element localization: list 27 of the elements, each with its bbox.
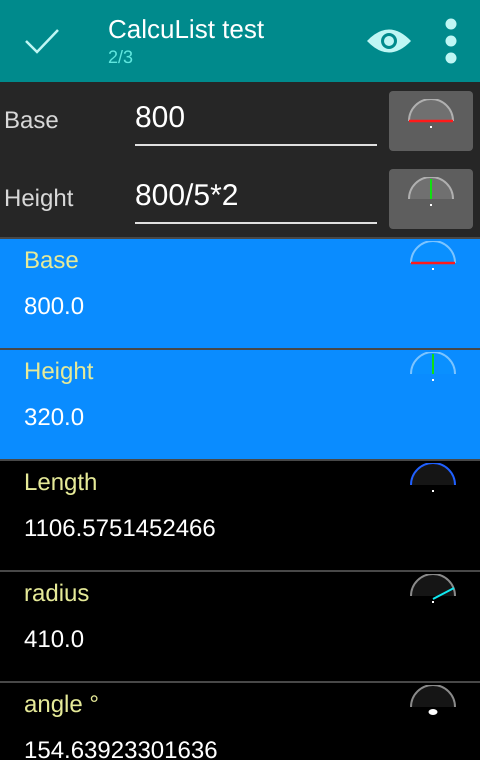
gauge-icon (406, 176, 456, 208)
gauge-icon (408, 241, 458, 273)
gauge-icon (406, 98, 456, 130)
input-field[interactable]: 800 (135, 95, 377, 146)
field-label: Base (3, 106, 60, 136)
result-name: radius (24, 580, 90, 608)
input-field[interactable]: 800/5*2 (135, 173, 377, 224)
gauge-icon (408, 574, 458, 606)
result-name: Length (24, 469, 98, 497)
page-counter: 2/3 (108, 46, 134, 69)
result-value: 1106.5751452466 (24, 515, 217, 543)
result-name: Base (24, 247, 80, 275)
result-value: 410.0 (24, 626, 86, 654)
menu-icon[interactable] (444, 18, 458, 64)
field-label: Height (3, 184, 74, 214)
gauge-button[interactable] (389, 168, 473, 228)
gauge-icon (408, 352, 458, 384)
result-name: Height (24, 358, 94, 386)
gauge-icon (408, 685, 458, 717)
result-value: 320.0 (24, 404, 86, 432)
result-value: 800.0 (24, 293, 86, 321)
result-row[interactable]: angle ° 154.63923301636 (0, 681, 480, 760)
result-name: angle ° (24, 691, 100, 719)
app-title: CalcuList test (108, 13, 266, 45)
result-value: 154.63923301636 (24, 737, 219, 760)
gauge-button[interactable] (389, 90, 473, 150)
gauge-icon (408, 463, 458, 495)
